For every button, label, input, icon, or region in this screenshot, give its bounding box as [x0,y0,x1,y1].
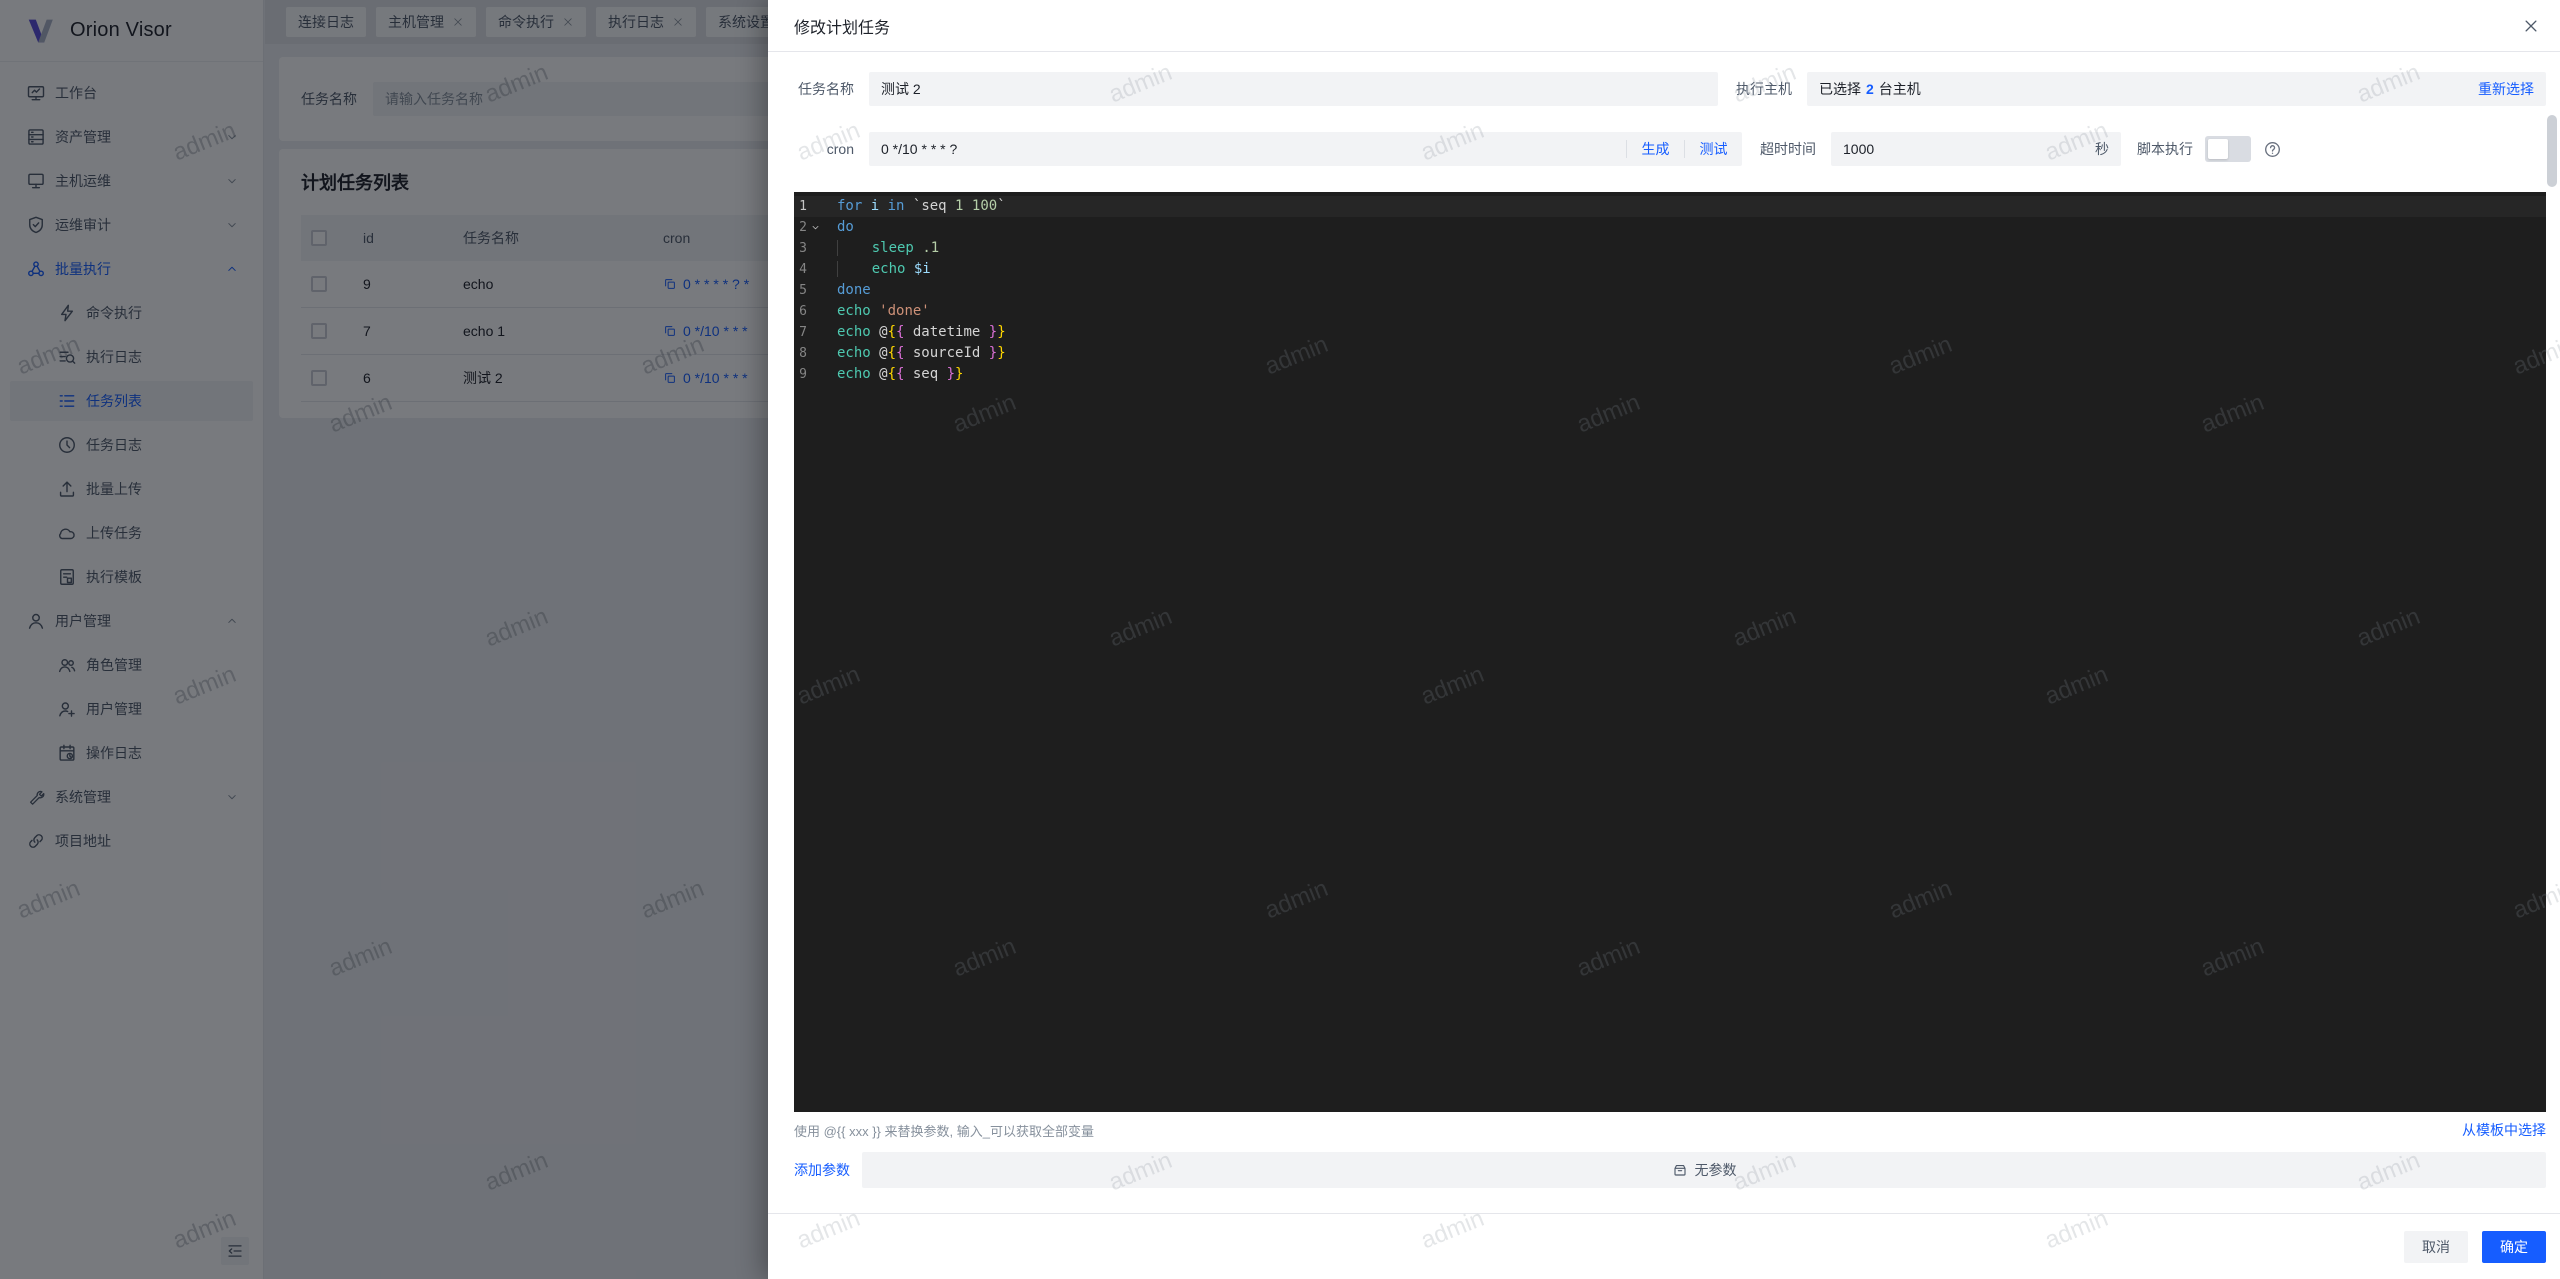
code-text: for i in `seq 1 100` [824,196,1006,217]
script-code-editor[interactable]: 1for i in `seq 1 100`2do3 sleep .14 echo… [794,192,2546,1112]
line-number: 1 [794,196,807,217]
code-line: 2 do [794,217,2546,238]
code-line: 4 echo $i [794,259,2546,280]
code-text: sleep .1 [824,238,939,259]
line-number: 5 [794,280,807,301]
code-line: 9 echo @{{ seq }} [794,364,2546,385]
code-text: echo @{{ seq }} [824,364,963,385]
empty-box-icon [1672,1162,1688,1178]
select-from-template-link[interactable]: 从模板中选择 [2462,1120,2546,1140]
editor-hint-row: 使用 @{{ xxx }} 来替换参数, 输入_可以获取全部变量 从模板中选择 [794,1120,2546,1140]
timeout-input-box: 秒 [1831,132,2121,166]
drawer-body: 任务名称 执行主机 已选择 2 台主机 重新选择 cron 0 */10 * *… [768,52,2560,1188]
task-name-input[interactable] [869,72,1718,106]
selected-hosts-box[interactable]: 已选择 2 台主机 重新选择 [1807,72,2546,106]
fold-gutter [807,280,824,301]
help-icon[interactable] [2263,140,2282,159]
script-exec-toggle[interactable] [2205,136,2251,162]
no-param-text: 无参数 [1695,1160,1737,1180]
fold-gutter [807,238,824,259]
timeout-unit: 秒 [2095,139,2121,159]
reselect-hosts-link[interactable]: 重新选择 [2478,79,2534,99]
timeout-label: 超时时间 [1756,139,1816,159]
drawer-footer: 取消 确定 [768,1213,2560,1279]
code-line: 1 for i in `seq 1 100` [794,196,2546,217]
fold-gutter [807,259,824,280]
fold-gutter [807,196,824,217]
drawer-scrollbar-thumb[interactable] [2547,115,2557,187]
cron-expression-input[interactable]: 0 */10 * * * ? [869,141,1626,157]
page: Orion Visor 工作台资产管理主机运维运维审计批量执行命令执行执行日志任… [0,0,2560,1279]
code-line: 3 sleep .1 [794,238,2546,259]
cancel-button[interactable]: 取消 [2404,1231,2468,1263]
toggle-knob [2208,139,2228,159]
no-param-empty-state: 无参数 [862,1152,2546,1188]
drawer-title: 修改计划任务 [794,14,890,38]
host-selected-prefix: 已选择 [1819,79,1861,99]
line-number: 7 [794,322,807,343]
code-text: done [824,280,871,301]
code-text: echo 'done' [824,301,930,322]
code-line: 6 echo 'done' [794,301,2546,322]
code-line: 5 done [794,280,2546,301]
code-text: echo @{{ datetime }} [824,322,1006,343]
cron-generate-button[interactable]: 生成 [1627,139,1684,159]
timeout-input[interactable] [1831,141,2095,157]
add-param-button[interactable]: 添加参数 [794,1160,850,1180]
fold-gutter [807,364,824,385]
host-selected-count: 2 [1866,81,1874,97]
code-text: echo @{{ sourceId }} [824,343,1006,364]
code-text: do [824,217,854,238]
cron-input-group: 0 */10 * * * ? 生成 测试 [869,132,1742,166]
edit-task-drawer: 修改计划任务 任务名称 执行主机 已选择 2 台主机 重新选择 cron 0 *… [768,0,2560,1279]
form-row-name-host: 任务名称 执行主机 已选择 2 台主机 重新选择 [794,72,2546,106]
fold-chevron-icon[interactable] [807,217,824,238]
line-number: 3 [794,238,807,259]
exec-host-label: 执行主机 [1732,79,1792,99]
cron-test-button[interactable]: 测试 [1685,139,1742,159]
line-number: 6 [794,301,807,322]
task-name-label: 任务名称 [794,79,854,99]
param-hint-text: 使用 @{{ xxx }} 来替换参数, 输入_可以获取全部变量 [794,1121,1094,1140]
code-line: 8 echo @{{ sourceId }} [794,343,2546,364]
confirm-button[interactable]: 确定 [2482,1231,2546,1263]
drawer-header: 修改计划任务 [768,0,2560,52]
line-number: 4 [794,259,807,280]
code-text: echo $i [824,259,931,280]
line-number: 9 [794,364,807,385]
fold-gutter [807,322,824,343]
line-number: 2 [794,217,807,238]
script-exec-label: 脚本执行 [2137,139,2193,159]
param-row: 添加参数 无参数 [794,1152,2546,1188]
form-row-cron-timeout: cron 0 */10 * * * ? 生成 测试 超时时间 秒 脚本执行 [794,132,2546,166]
fold-gutter [807,343,824,364]
cron-label: cron [794,141,854,157]
host-selected-suffix: 台主机 [1879,79,1921,99]
code-line: 7 echo @{{ datetime }} [794,322,2546,343]
close-icon[interactable] [2522,17,2540,35]
fold-gutter [807,301,824,322]
line-number: 8 [794,343,807,364]
